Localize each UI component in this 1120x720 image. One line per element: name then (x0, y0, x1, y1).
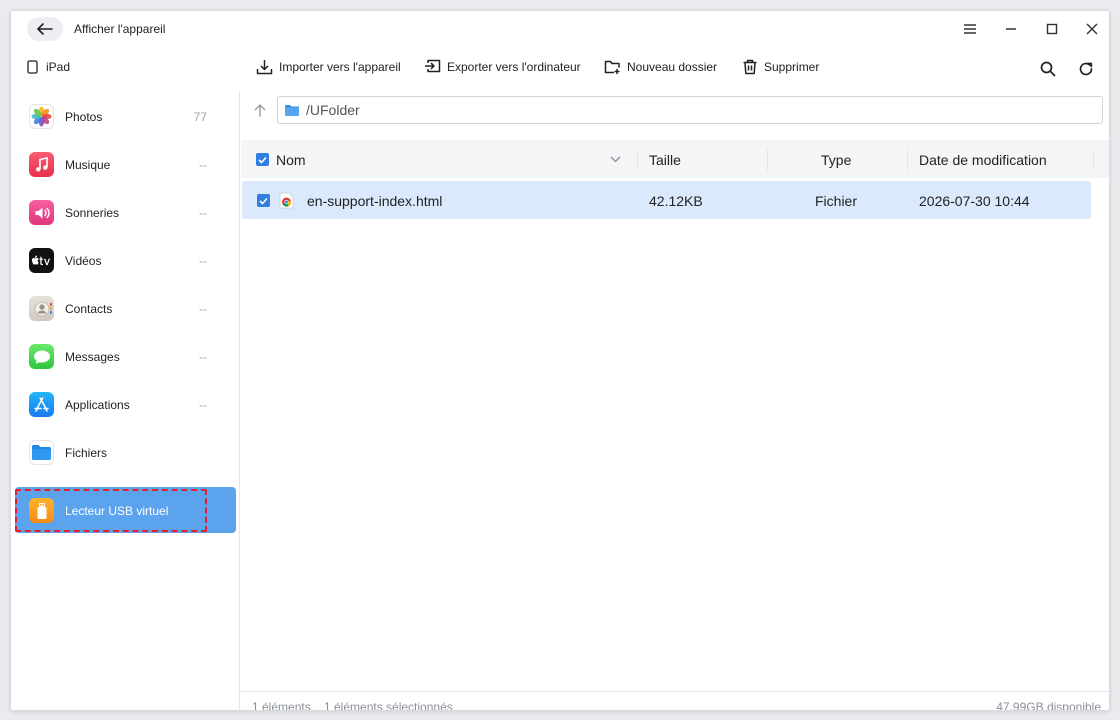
file-type: Fichier (815, 193, 858, 209)
new-folder-icon (604, 60, 620, 74)
column-size[interactable]: Taille (649, 152, 681, 168)
column-name[interactable]: Nom (276, 152, 306, 168)
maximize-button[interactable] (1042, 19, 1062, 39)
contacts-icon (29, 296, 54, 321)
minimize-button[interactable] (1001, 19, 1021, 39)
highlight-box (15, 489, 207, 532)
close-icon (1086, 23, 1098, 35)
path-field[interactable] (277, 96, 1103, 124)
column-separator (637, 150, 638, 170)
column-separator (1093, 150, 1094, 170)
file-name: en-support-index.html (307, 193, 443, 209)
music-icon (29, 152, 54, 177)
appstore-icon (29, 392, 54, 417)
sidebar-item-applications[interactable]: Applications -- (15, 381, 236, 427)
file-browser: Nom Taille Type Date de modification (241, 91, 1109, 711)
menu-button[interactable] (960, 19, 980, 39)
folder-icon (29, 440, 54, 465)
path-bar (241, 91, 1109, 129)
refresh-button[interactable] (1076, 59, 1096, 79)
row-checkbox[interactable] (257, 194, 270, 207)
path-input[interactable] (306, 102, 1086, 118)
arrow-left-icon (37, 23, 53, 35)
sidebar-item-contacts[interactable]: Contacts -- (15, 285, 236, 331)
minimize-icon (1006, 28, 1016, 30)
download-icon (256, 60, 273, 75)
free-space: 47.99GB disponible (996, 700, 1101, 711)
sidebar-item-music[interactable]: Musique -- (15, 141, 236, 187)
close-button[interactable] (1082, 19, 1102, 39)
checkmark-icon (259, 197, 268, 205)
device-name: iPad (46, 60, 71, 74)
column-date-modified[interactable]: Date de modification (919, 152, 1047, 168)
column-separator (767, 150, 768, 170)
trash-icon (743, 59, 757, 75)
new-folder-button[interactable]: Nouveau dossier (604, 59, 717, 75)
back-button[interactable] (27, 17, 63, 41)
table-row[interactable]: en-support-index.html 42.12KB Fichier 20… (242, 181, 1091, 219)
sidebar-item-ringtones[interactable]: Sonneries -- (15, 189, 236, 235)
search-icon (1040, 61, 1056, 77)
table-header: Nom Taille Type Date de modification (241, 140, 1109, 178)
toolbar: iPad Importer vers l'appareil Exporter v… (11, 47, 1109, 91)
chevron-down-icon[interactable] (610, 156, 621, 163)
device-selector[interactable]: iPad (27, 60, 70, 74)
checkmark-icon (258, 156, 267, 164)
tv-icon (29, 248, 54, 273)
selected-count: 1 éléments sélectionnés (324, 700, 453, 711)
chrome-html-icon (279, 192, 294, 209)
sidebar-item-messages[interactable]: Messages -- (15, 333, 236, 379)
delete-button[interactable]: Supprimer (742, 59, 819, 75)
up-directory-button[interactable] (251, 100, 269, 120)
select-all-checkbox[interactable] (256, 153, 269, 166)
messages-icon (29, 344, 54, 369)
search-button[interactable] (1038, 59, 1058, 79)
window-title: Afficher l'appareil (74, 22, 166, 36)
file-size: 42.12KB (649, 193, 703, 209)
photos-icon (29, 104, 54, 129)
item-count: 1 éléments (252, 700, 311, 711)
sidebar-item-virtual-usb-drive[interactable]: Lecteur USB virtuel (15, 487, 236, 533)
tablet-icon (27, 60, 38, 74)
sidebar-item-videos[interactable]: Vidéos -- (15, 237, 236, 283)
maximize-icon (1046, 23, 1058, 35)
hamburger-icon (964, 24, 976, 34)
column-type[interactable]: Type (821, 152, 851, 168)
export-to-computer-button[interactable]: Exporter vers l'ordinateur (424, 59, 581, 75)
ringtone-icon (29, 200, 54, 225)
sidebar: Photos 77 Musique -- Sonneries -- Vidéos… (11, 91, 240, 710)
sidebar-item-files[interactable]: Fichiers (15, 429, 236, 475)
title-bar: Afficher l'appareil (11, 11, 1109, 47)
app-window: Afficher l'appareil iPad Importer vers l… (10, 10, 1110, 711)
folder-icon (285, 104, 299, 116)
export-icon (425, 59, 441, 73)
status-bar: 1 éléments 1 éléments sélectionnés 47.99… (241, 691, 1109, 711)
refresh-icon (1079, 62, 1093, 76)
import-to-device-button[interactable]: Importer vers l'appareil (256, 59, 401, 75)
file-date: 2026-07-30 10:44 (919, 193, 1030, 209)
column-separator (907, 150, 908, 170)
sidebar-item-photos[interactable]: Photos 77 (15, 93, 236, 139)
arrow-up-icon (254, 104, 266, 117)
